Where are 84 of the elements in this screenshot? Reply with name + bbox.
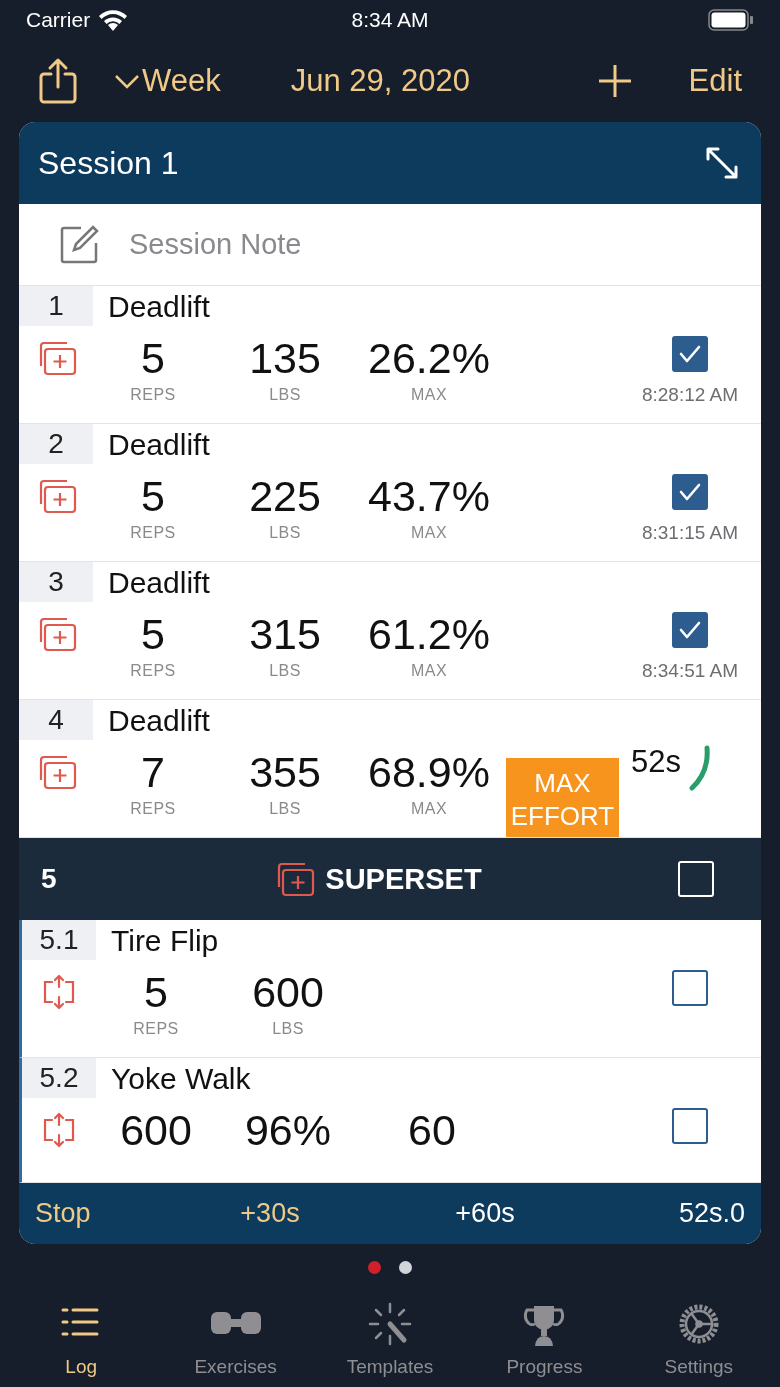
unit-label: LBS [269,799,301,819]
range-dropdown[interactable]: Week [114,63,221,99]
exercise-name[interactable]: Tire Flip [96,920,761,960]
checkmark-icon [678,344,702,364]
page-dot[interactable] [368,1260,381,1274]
unit-label: REPS [130,661,176,681]
set-value[interactable]: 600 [120,1104,192,1156]
unit-label: MAX [410,661,448,681]
unit-label: LBS [272,1019,304,1039]
tab[interactable]: Log [4,1290,159,1387]
date-title[interactable]: Jun 29, 2020 [290,63,470,99]
checkbox[interactable] [672,474,708,510]
checkbox[interactable] [672,336,708,372]
exercise-name[interactable]: Deadlift [93,424,761,464]
tab[interactable]: Exercises [158,1290,313,1387]
checkmark-icon [678,482,702,502]
unit-label: MAX [410,799,448,819]
unit-label: LBS [269,523,301,543]
set-value[interactable]: 5 [141,608,165,660]
set-value[interactable]: 26.2% [368,332,490,384]
tab[interactable]: Templates [312,1290,468,1387]
page-dot[interactable] [399,1260,412,1274]
set-value[interactable]: 5 [141,470,165,522]
unit-label: REPS [133,1019,179,1039]
checkbox[interactable] [672,970,708,1006]
edit-note-icon[interactable] [59,224,99,265]
set-number: 3 [19,562,93,602]
set-value[interactable]: 600 [252,966,324,1018]
set-number: 5.2 [22,1058,96,1098]
set-value[interactable]: 5 [141,332,165,384]
battery-icon [708,9,754,31]
rest-timer: 52s [631,744,681,780]
timer-remaining: 52s.0 [678,1198,745,1229]
completed-time: 8:31:15 AM [641,522,739,544]
timer-arc-icon [687,744,713,792]
set-value[interactable]: 43.7% [368,470,490,522]
tab[interactable]: Progress [467,1290,622,1387]
set-value[interactable]: 68.9% [368,746,490,798]
exercise-name[interactable]: Deadlift [93,562,761,602]
set-number: 2 [19,424,93,464]
set-value[interactable]: 315 [249,608,321,660]
exercise-name[interactable]: Yoke Walk [96,1058,761,1098]
unit-label: LBS [269,385,301,405]
superset-label: SUPERSET [325,862,482,896]
set-number: 1 [19,286,93,326]
carrier-name: Carrier [26,8,91,32]
set-value[interactable]: 61.2% [368,608,490,660]
exercise-name[interactable]: Deadlift [93,700,761,740]
unit-label: LBS [269,661,301,681]
add-60s-button[interactable]: +60s [455,1198,515,1229]
share-icon[interactable] [38,57,78,105]
add-icon[interactable] [596,63,633,99]
set-value[interactable]: 355 [249,746,321,798]
checkmark-icon [678,620,702,640]
expand-icon[interactable] [705,146,739,180]
set-value[interactable]: 225 [249,470,321,522]
wifi-icon [98,9,129,31]
superset-number: 5 [41,863,58,895]
completed-time: 8:28:12 AM [641,384,739,406]
add-30s-button[interactable]: +30s [240,1198,300,1229]
unit-label: REPS [130,799,176,819]
session-note-field[interactable]: Session Note [127,227,527,262]
set-value[interactable]: 135 [249,332,321,384]
set-number: 5.1 [22,920,96,960]
session-title: Session 1 [38,144,179,182]
max-effort-tag: MAX EFFORT [506,758,619,837]
set-value[interactable]: 60 [408,1104,456,1156]
stop-button[interactable]: Stop [35,1198,91,1229]
completed-time: 8:34:51 AM [641,660,739,682]
tab[interactable]: Settings [621,1290,776,1387]
set-value[interactable]: 5 [144,966,168,1018]
set-value[interactable]: 96% [244,1104,332,1156]
edit-button[interactable]: Edit [688,63,742,99]
clock-time: 8:34 AM [351,8,429,32]
checkbox[interactable] [672,1108,708,1144]
chevron-down-icon [114,73,140,89]
set-number: 4 [19,700,93,740]
unit-label: MAX [410,385,448,405]
unit-label: MAX [410,523,448,543]
checkbox[interactable] [672,612,708,648]
unit-label: REPS [130,385,176,405]
exercise-name[interactable]: Deadlift [93,286,761,326]
set-value[interactable]: 7 [141,746,165,798]
unit-label: REPS [130,523,176,543]
